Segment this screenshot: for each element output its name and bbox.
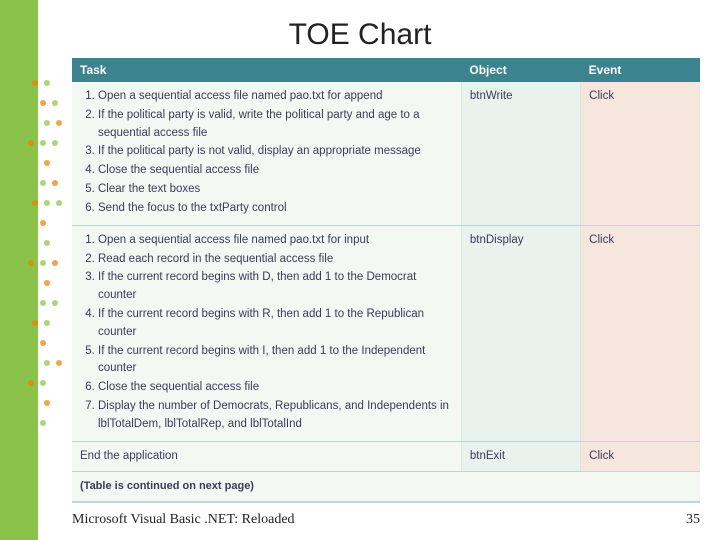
caption-row: (Table is continued on next page) xyxy=(72,472,700,503)
task-item: If the current record begins with D, the… xyxy=(98,269,453,305)
task-item: If the political party is valid, write t… xyxy=(98,107,453,143)
task-cell: Open a sequential access file named pao.… xyxy=(72,82,461,225)
event-cell: Click xyxy=(581,82,700,225)
object-cell: btnDisplay xyxy=(461,225,580,441)
table-row: Open a sequential access file named pao.… xyxy=(72,82,700,225)
task-item: If the political party is not valid, dis… xyxy=(98,143,453,161)
dots-decoration xyxy=(26,70,76,450)
task-item: Send the focus to the txtParty control xyxy=(98,200,453,218)
table-row: Open a sequential access file named pao.… xyxy=(72,225,700,441)
object-cell: btnExit xyxy=(461,441,580,472)
header-event: Event xyxy=(581,58,700,82)
task-item: Display the number of Democrats, Republi… xyxy=(98,398,453,434)
task-item: If the current record begins with R, the… xyxy=(98,306,453,342)
object-cell: btnWrite xyxy=(461,82,580,225)
task-item: Open a sequential access file named pao.… xyxy=(98,88,453,106)
header-object: Object xyxy=(461,58,580,82)
header-task: Task xyxy=(72,58,461,82)
footer-text: Microsoft Visual Basic .NET: Reloaded xyxy=(72,512,295,528)
task-cell: Open a sequential access file named pao.… xyxy=(72,225,461,441)
task-item: If the current record begins with I, the… xyxy=(98,343,453,379)
table-row: End the applicationbtnExitClick xyxy=(72,441,700,472)
table-caption: (Table is continued on next page) xyxy=(72,472,700,503)
task-item: Open a sequential access file named pao.… xyxy=(98,232,453,250)
task-item: Clear the text boxes xyxy=(98,181,453,199)
page-number: 35 xyxy=(686,512,700,528)
page-title: TOE Chart xyxy=(0,18,720,52)
table-header-row: Task Object Event xyxy=(72,58,700,82)
task-item: Close the sequential access file xyxy=(98,379,453,397)
toe-chart-table: Task Object Event Open a sequential acce… xyxy=(72,58,700,503)
task-cell: End the application xyxy=(72,441,461,472)
event-cell: Click xyxy=(581,441,700,472)
task-item: Close the sequential access file xyxy=(98,162,453,180)
task-item: Read each record in the sequential acces… xyxy=(98,251,453,269)
event-cell: Click xyxy=(581,225,700,441)
